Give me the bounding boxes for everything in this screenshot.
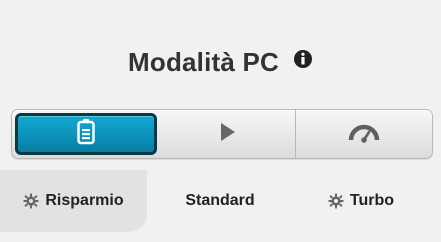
mode-label-risparmio[interactable]: Risparmio [0, 170, 147, 232]
speedometer-icon [348, 120, 380, 149]
info-icon[interactable] [293, 49, 313, 69]
mode-label-turbo[interactable]: Turbo [291, 170, 431, 232]
gear-icon [23, 193, 39, 209]
mode-button-risparmio[interactable] [15, 113, 157, 155]
pc-mode-panel: Modalità PC Risparmio Standard Turbo [0, 0, 441, 242]
mode-label-text: Standard [185, 192, 255, 209]
gear-icon [328, 193, 344, 209]
play-icon [219, 122, 237, 147]
battery-icon [77, 118, 95, 150]
mode-button-turbo[interactable] [296, 110, 432, 158]
mode-label-text: Turbo [349, 192, 395, 209]
mode-button-standard[interactable] [160, 110, 297, 158]
mode-segmented-control [11, 109, 433, 159]
mode-labels-row: Risparmio Standard Turbo [0, 170, 441, 232]
mode-label-standard[interactable]: Standard [150, 170, 290, 232]
title-row: Modalità PC [0, 42, 441, 82]
mode-label-text: Risparmio [45, 192, 124, 209]
page-title: Modalità PC [128, 46, 279, 77]
